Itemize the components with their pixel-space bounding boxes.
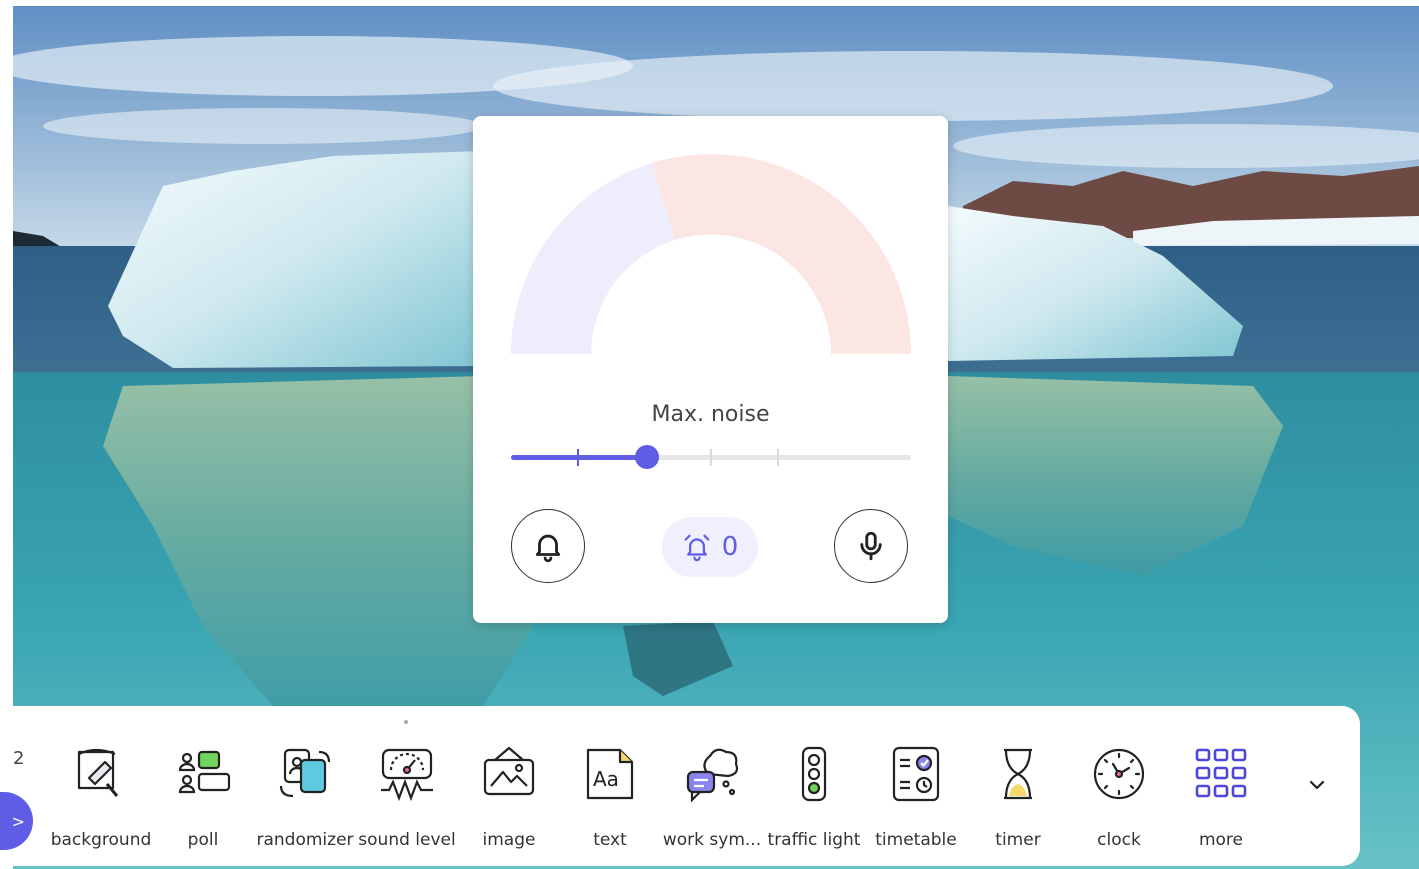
tool-background[interactable]: background xyxy=(50,736,152,856)
microphone-icon xyxy=(860,531,882,561)
text-icon: Aa xyxy=(586,748,634,800)
previous-page-button[interactable]: > xyxy=(0,792,33,850)
timetable-icon xyxy=(892,746,940,802)
max-noise-slider[interactable] xyxy=(511,445,911,469)
more-icon xyxy=(1195,748,1247,798)
sound-level-icon xyxy=(381,748,433,802)
tool-timer[interactable]: timer xyxy=(967,736,1069,856)
image-icon xyxy=(483,746,535,796)
bell-icon xyxy=(535,534,561,563)
tool-label: image xyxy=(482,830,536,850)
collapse-toolbar-button[interactable] xyxy=(1302,770,1332,800)
tools-toolbar: 2 > background poll randomizer sound lev… xyxy=(0,706,1360,866)
chevron-down-icon xyxy=(1309,780,1325,790)
background-icon xyxy=(77,748,119,797)
tool-traffic-light[interactable]: traffic light xyxy=(763,736,865,856)
slider-fill xyxy=(511,455,647,460)
slider-thumb[interactable] xyxy=(635,445,659,469)
slider-tick xyxy=(776,449,779,466)
tool-randomizer[interactable]: randomizer xyxy=(254,736,356,856)
svg-text:Aa: Aa xyxy=(593,767,619,791)
tool-label: randomizer xyxy=(256,830,354,850)
timer-icon xyxy=(1004,748,1032,800)
randomizer-icon xyxy=(279,748,331,798)
noise-widget: Max. noise 0 xyxy=(473,116,948,623)
tool-image[interactable]: image xyxy=(458,736,560,856)
page-number: 2 xyxy=(13,748,25,769)
chevron-left-icon: > xyxy=(11,811,25,831)
tool-label: timetable xyxy=(875,830,957,850)
tool-poll[interactable]: poll xyxy=(152,736,254,856)
tool-label: sound level xyxy=(358,830,456,850)
clock-icon xyxy=(1093,748,1145,800)
alarm-icon xyxy=(684,534,710,562)
tool-label: poll xyxy=(187,830,219,850)
work-symbols-icon xyxy=(686,748,739,803)
tool-clock[interactable]: clock xyxy=(1068,736,1170,856)
traffic-light-icon xyxy=(801,746,827,802)
tool-label: clock xyxy=(1097,830,1141,850)
tool-text[interactable]: Aa text xyxy=(559,736,661,856)
poll-icon xyxy=(178,750,231,794)
tool-label: work sym... xyxy=(662,830,762,850)
slider-tick xyxy=(710,449,712,466)
alarm-sound-button[interactable] xyxy=(511,509,585,583)
alarm-counter: 0 xyxy=(662,517,758,577)
tool-label: traffic light xyxy=(767,830,861,850)
drag-handle[interactable] xyxy=(404,720,408,724)
slider-tick xyxy=(576,449,579,466)
microphone-button[interactable] xyxy=(834,509,908,583)
tool-sound-level[interactable]: sound level xyxy=(356,736,458,856)
tool-more[interactable]: more xyxy=(1170,736,1272,856)
tool-label: more xyxy=(1198,830,1244,850)
max-noise-label: Max. noise xyxy=(651,402,770,427)
tool-label: text xyxy=(593,830,627,850)
alarm-count-value: 0 xyxy=(721,532,739,562)
tool-label: background xyxy=(50,830,152,850)
tool-label: timer xyxy=(995,830,1041,850)
noise-gauge xyxy=(511,154,911,354)
tool-timetable[interactable]: timetable xyxy=(865,736,967,856)
tool-work-symbols[interactable]: work sym... xyxy=(661,736,763,856)
